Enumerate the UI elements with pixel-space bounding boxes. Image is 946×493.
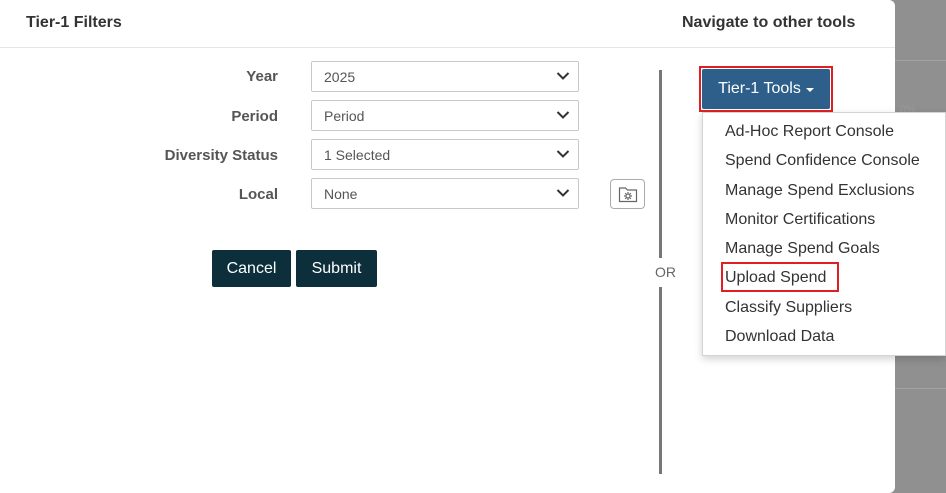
backdrop-line bbox=[893, 60, 946, 61]
diversity-status-label: Diversity Status bbox=[164, 147, 278, 164]
year-value: 2025 bbox=[324, 69, 356, 85]
chevron-down-icon bbox=[556, 189, 570, 197]
year-select[interactable]: 2025 bbox=[311, 61, 579, 92]
filter-settings-button[interactable] bbox=[610, 179, 645, 209]
menu-item-manage-spend-goals[interactable]: Manage Spend Goals bbox=[725, 240, 880, 258]
menu-item-monitor-certifications[interactable]: Monitor Certifications bbox=[725, 211, 875, 229]
navigate-title: Navigate to other tools bbox=[682, 14, 856, 31]
year-label: Year bbox=[246, 68, 278, 85]
local-select[interactable]: None bbox=[311, 178, 579, 209]
period-value: Period bbox=[324, 108, 365, 124]
local-label: Local bbox=[238, 186, 278, 203]
period-select[interactable]: Period bbox=[311, 100, 579, 131]
vertical-divider bbox=[659, 287, 662, 474]
menu-item-download-data[interactable]: Download Data bbox=[725, 328, 834, 346]
menu-item-ad-hoc-report-console[interactable]: Ad-Hoc Report Console bbox=[725, 123, 894, 141]
submit-button[interactable]: Submit bbox=[296, 250, 377, 287]
backdrop-line bbox=[893, 388, 946, 389]
vertical-divider bbox=[659, 70, 662, 258]
menu-item-manage-spend-exclusions[interactable]: Manage Spend Exclusions bbox=[725, 182, 914, 200]
local-value: None bbox=[324, 186, 358, 202]
menu-item-spend-confidence-console[interactable]: Spend Confidence Console bbox=[725, 152, 920, 170]
tier1-tools-label: Tier-1 Tools bbox=[718, 80, 801, 97]
modal-header: Tier-1 Filters Navigate to other tools bbox=[0, 0, 895, 48]
chevron-down-icon bbox=[556, 150, 570, 158]
chevron-down-icon bbox=[556, 72, 570, 80]
diversity-status-select[interactable]: 1 Selected bbox=[311, 139, 579, 170]
chevron-down-icon bbox=[556, 111, 570, 119]
cancel-button[interactable]: Cancel bbox=[212, 250, 291, 287]
menu-item-classify-suppliers[interactable]: Classify Suppliers bbox=[725, 299, 852, 317]
tier1-tools-menu: Ad-Hoc Report Console Spend Confidence C… bbox=[702, 112, 946, 356]
menu-item-upload-spend[interactable]: Upload Spend bbox=[725, 269, 826, 287]
folder-gear-icon bbox=[618, 187, 638, 203]
tier1-tools-button[interactable]: Tier-1 Tools bbox=[702, 69, 830, 109]
diversity-status-value: 1 Selected bbox=[324, 147, 391, 163]
period-label: Period bbox=[231, 108, 278, 125]
filters-title: Tier-1 Filters bbox=[26, 14, 122, 31]
caret-down-icon bbox=[805, 88, 814, 92]
or-separator: OR bbox=[654, 264, 677, 280]
